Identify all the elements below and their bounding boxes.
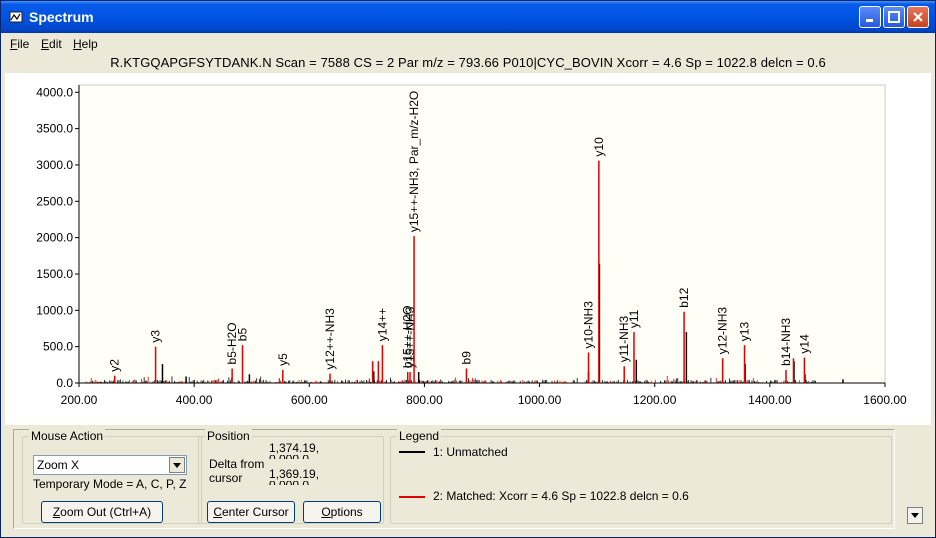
legend-item-matched: 2: Matched: Xcorr = 4.6 Sp = 1022.8 delc… bbox=[433, 489, 689, 503]
menu-file-label: ile bbox=[17, 37, 30, 51]
menu-file[interactable]: File bbox=[10, 37, 29, 51]
menu-help-mnemonic: H bbox=[73, 37, 82, 51]
menu-edit[interactable]: Edit bbox=[41, 37, 62, 51]
peak-label: b12 bbox=[677, 287, 691, 307]
x-tick-label: 1600.00 bbox=[863, 393, 907, 407]
dropdown-button[interactable] bbox=[169, 457, 185, 473]
x-tick-label: 1200.00 bbox=[633, 393, 677, 407]
y-tick-label: 3500.0 bbox=[36, 122, 73, 136]
y-tick-label: 2500.0 bbox=[36, 194, 73, 208]
y-tick-label: 0.0 bbox=[56, 376, 73, 390]
cursor-label: cursor bbox=[209, 471, 243, 485]
peak-label: y13 bbox=[738, 322, 752, 342]
peak-label: y3 bbox=[149, 330, 163, 343]
center-cursor-button[interactable]: Center Cursor bbox=[207, 501, 295, 523]
legend-swatch-unmatched bbox=[399, 451, 425, 453]
x-tick-label: 400.00 bbox=[176, 393, 213, 407]
peak-label: y14++ bbox=[375, 308, 389, 341]
close-button[interactable] bbox=[907, 6, 929, 28]
peak-label: y12++-NH3 bbox=[323, 308, 337, 370]
position-value-2: 1,369.19, bbox=[269, 467, 320, 481]
delta-from-label: Delta from bbox=[209, 457, 265, 471]
mouse-action-group: Mouse Action Zoom X Temporary Mode = A, … bbox=[22, 429, 202, 524]
spectrum-window: Spectrum File Edit Help R.KTGQAPGFSYTDAN… bbox=[0, 0, 936, 538]
spectrum-chart[interactable]: 0.0 500.0 1000.0 1500.0 2000.0 2500.0 3000.0 35… bbox=[5, 73, 931, 425]
y-tick-label: 3000.0 bbox=[36, 158, 73, 172]
x-tick-label: 1400.00 bbox=[748, 393, 792, 407]
title-bar[interactable]: Spectrum bbox=[1, 1, 935, 33]
arrow-down-icon bbox=[911, 513, 919, 518]
position-label: Position bbox=[205, 429, 252, 443]
zoom-out-label: oom Out (Ctrl+A) bbox=[60, 505, 152, 519]
legend-swatch-matched bbox=[399, 496, 425, 498]
peak-label: y5 bbox=[276, 353, 290, 366]
temporary-mode-text: Temporary Mode = A, C, P, Z bbox=[33, 477, 187, 491]
menu-edit-mnemonic: E bbox=[41, 37, 50, 51]
options-mnemonic: O bbox=[321, 505, 331, 519]
maximize-button[interactable] bbox=[883, 6, 905, 28]
position-value-1-cut: 0,000.0 bbox=[269, 455, 369, 459]
legend-label: Legend bbox=[397, 429, 442, 443]
peak-label: y14 bbox=[797, 334, 811, 354]
position-group: Position 1,374.19, 0,000.0 Delta from cu… bbox=[198, 429, 384, 524]
peak-label: y15++-NH3, Par_m/z-H2O bbox=[407, 91, 421, 232]
menu-bar: File Edit Help bbox=[1, 34, 935, 54]
plot-area bbox=[78, 84, 886, 384]
position-value-1: 1,374.19, bbox=[269, 441, 320, 455]
legend-item-unmatched: 1: Unmatched bbox=[433, 445, 508, 459]
peak-label: y10 bbox=[592, 137, 606, 157]
menu-help[interactable]: Help bbox=[73, 37, 98, 51]
x-tick-label: 1000.00 bbox=[518, 393, 562, 407]
y-tick-label: 2000.0 bbox=[36, 231, 73, 245]
position-value-2-cut: 0,000.0 bbox=[269, 481, 369, 485]
mouse-action-select[interactable]: Zoom X bbox=[33, 455, 187, 475]
spectrum-plot[interactable]: 0.0 500.0 1000.0 1500.0 2000.0 2500.0 3000.0 35… bbox=[5, 73, 931, 425]
minimize-button[interactable] bbox=[859, 6, 881, 28]
y-tick-label: 1000.0 bbox=[36, 303, 73, 317]
peak-label: y2 bbox=[108, 359, 122, 372]
menu-edit-label: dit bbox=[49, 37, 62, 51]
window-title: Spectrum bbox=[29, 9, 94, 25]
y-tick-label: 4000.0 bbox=[36, 85, 73, 99]
center-cursor-label: enter Cursor bbox=[221, 505, 289, 519]
y-tick-label: 1500.0 bbox=[36, 267, 73, 281]
app-icon bbox=[9, 11, 23, 23]
options-label: ptions bbox=[330, 505, 363, 519]
x-tick-label: 800.00 bbox=[406, 393, 443, 407]
center-cursor-mnemonic: C bbox=[213, 505, 222, 519]
peak-label: b9 bbox=[459, 351, 473, 365]
menu-help-label: elp bbox=[81, 37, 98, 51]
legend-group: Legend 1: Unmatched 2: Matched: Xcorr = … bbox=[390, 429, 892, 524]
zoom-out-button[interactable]: Zoom Out (Ctrl+A) bbox=[41, 501, 163, 523]
peak-label: b5 bbox=[236, 328, 250, 342]
peptide-info-line: R.KTGQAPGFSYTDANK.N Scan = 7588 CS = 2 P… bbox=[110, 55, 826, 70]
x-tick-label: 600.00 bbox=[291, 393, 328, 407]
minimize-icon bbox=[866, 19, 873, 22]
peak-label: b14-NH3 bbox=[779, 318, 793, 366]
peak-label: y12-NH3 bbox=[716, 307, 730, 355]
mouse-action-label: Mouse Action bbox=[29, 429, 106, 443]
close-icon bbox=[913, 12, 923, 22]
maximize-icon bbox=[888, 11, 900, 23]
peak-label: y11 bbox=[627, 309, 641, 328]
x-tick-label: 200.00 bbox=[61, 393, 98, 407]
chevron-down-icon bbox=[173, 463, 181, 468]
scroll-down-button[interactable] bbox=[907, 507, 923, 524]
peak-label: y15++-NH3 bbox=[403, 306, 417, 368]
peak-label: y10-NH3 bbox=[582, 301, 596, 349]
bottom-panel: Mouse Action Zoom X Temporary Mode = A, … bbox=[13, 429, 895, 529]
mouse-action-value: Zoom X bbox=[37, 458, 80, 472]
options-button[interactable]: Options bbox=[303, 501, 381, 523]
y-tick-label: 500.0 bbox=[43, 340, 73, 354]
